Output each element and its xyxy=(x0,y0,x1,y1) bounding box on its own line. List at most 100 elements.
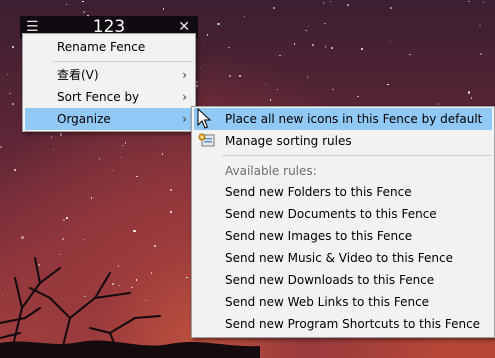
star xyxy=(133,229,136,233)
star xyxy=(324,22,326,25)
menu-item-label: Send new Music & Video to this Fence xyxy=(225,251,454,265)
menu-item-rule-downloads[interactable]: Send new Downloads to this Fence xyxy=(192,269,494,291)
star xyxy=(347,4,349,6)
star xyxy=(279,54,281,57)
star xyxy=(170,189,172,191)
star xyxy=(14,169,16,171)
menu-item-label: Manage sorting rules xyxy=(225,134,352,148)
star xyxy=(136,175,138,178)
star xyxy=(361,48,363,50)
star xyxy=(50,136,53,138)
menu-item-label: Sort Fence by xyxy=(57,90,140,104)
menu-item-rule-images[interactable]: Send new Images to this Fence xyxy=(192,225,494,247)
star xyxy=(65,3,68,6)
star xyxy=(52,148,55,151)
menu-item-rename-fence[interactable]: Rename Fence xyxy=(23,36,195,58)
star xyxy=(206,34,209,36)
organize-submenu: Place all new icons in this Fence by def… xyxy=(191,106,495,338)
star xyxy=(467,91,471,94)
menu-item-label: Rename Fence xyxy=(57,40,146,54)
star xyxy=(332,88,334,91)
star xyxy=(311,43,315,47)
menu-item-label: Send new Documents to this Fence xyxy=(225,207,437,221)
star xyxy=(239,75,241,77)
available-rules-heading: Available rules: xyxy=(192,160,494,182)
star xyxy=(305,29,307,32)
star xyxy=(228,46,230,49)
menu-item-label: Send new Images to this Fence xyxy=(225,229,413,243)
menu-item-label: Send new Web Links to this Fence xyxy=(225,295,430,309)
menu-item-sort-fence-by[interactable]: Sort Fence by › xyxy=(23,86,195,108)
chevron-right-icon: › xyxy=(182,112,187,126)
star xyxy=(217,22,220,26)
star xyxy=(468,0,470,3)
menu-item-label: Organize xyxy=(57,112,111,126)
star xyxy=(390,7,392,9)
menu-item-label: Send new Program Shortcuts to this Fence xyxy=(225,317,481,331)
star xyxy=(482,1,485,4)
available-rules-label: Available rules: xyxy=(225,164,317,178)
star xyxy=(161,153,164,155)
menu-item-place-all-new-icons[interactable]: Place all new icons in this Fence by def… xyxy=(194,108,492,130)
menu-item-label: Place all new icons in this Fence by def… xyxy=(225,112,483,126)
star xyxy=(12,103,14,105)
star xyxy=(199,66,202,69)
star xyxy=(0,146,2,148)
mouse-cursor-icon xyxy=(197,108,212,129)
menu-item-label: Send new Downloads to this Fence xyxy=(225,273,435,287)
star xyxy=(90,197,93,199)
star xyxy=(389,40,392,43)
menu-item-rule-documents[interactable]: Send new Documents to this Fence xyxy=(192,203,494,225)
star xyxy=(12,46,14,48)
star xyxy=(170,211,172,213)
star xyxy=(329,0,332,3)
star xyxy=(357,95,359,98)
star xyxy=(59,133,63,136)
star xyxy=(322,2,325,4)
star xyxy=(437,103,440,105)
star xyxy=(269,99,272,101)
star xyxy=(196,85,198,87)
menu-item-rule-web-links[interactable]: Send new Web Links to this Fence xyxy=(192,291,494,313)
star xyxy=(479,24,481,27)
star xyxy=(276,88,279,91)
sorting-rules-icon xyxy=(198,133,215,147)
menu-item-manage-sorting-rules[interactable]: Manage sorting rules xyxy=(192,130,494,152)
star xyxy=(66,217,68,219)
chevron-right-icon: › xyxy=(182,68,187,82)
chevron-right-icon: › xyxy=(182,90,187,104)
star xyxy=(324,46,327,48)
star xyxy=(306,76,309,78)
star xyxy=(409,53,411,55)
star xyxy=(307,25,310,28)
menu-item-view[interactable]: 查看(V) › xyxy=(23,64,195,86)
star xyxy=(82,0,84,3)
menu-separator xyxy=(222,155,492,156)
star xyxy=(9,92,11,95)
menu-item-rule-folders[interactable]: Send new Folders to this Fence xyxy=(192,181,494,203)
star xyxy=(331,47,333,49)
star xyxy=(124,142,127,144)
star xyxy=(98,158,101,160)
star xyxy=(83,11,85,13)
star xyxy=(470,97,473,99)
fence-context-menu: Rename Fence 查看(V) › Sort Fence by › Org… xyxy=(22,33,196,132)
star xyxy=(62,218,66,222)
star xyxy=(480,53,482,55)
star xyxy=(122,144,124,147)
menu-separator xyxy=(53,61,193,62)
star xyxy=(6,73,9,76)
star xyxy=(196,81,198,83)
star xyxy=(293,43,296,45)
star xyxy=(229,75,231,77)
star xyxy=(162,8,165,10)
menu-item-label: Send new Folders to this Fence xyxy=(225,185,412,199)
star xyxy=(387,83,389,86)
star xyxy=(273,7,275,9)
menu-item-rule-program-shortcuts[interactable]: Send new Program Shortcuts to this Fence xyxy=(192,313,494,335)
menu-item-rule-music-video[interactable]: Send new Music & Video to this Fence xyxy=(192,247,494,269)
star xyxy=(243,15,246,18)
menu-item-label: 查看(V) xyxy=(57,68,99,82)
star xyxy=(264,83,267,86)
menu-item-organize[interactable]: Organize › xyxy=(25,108,193,130)
